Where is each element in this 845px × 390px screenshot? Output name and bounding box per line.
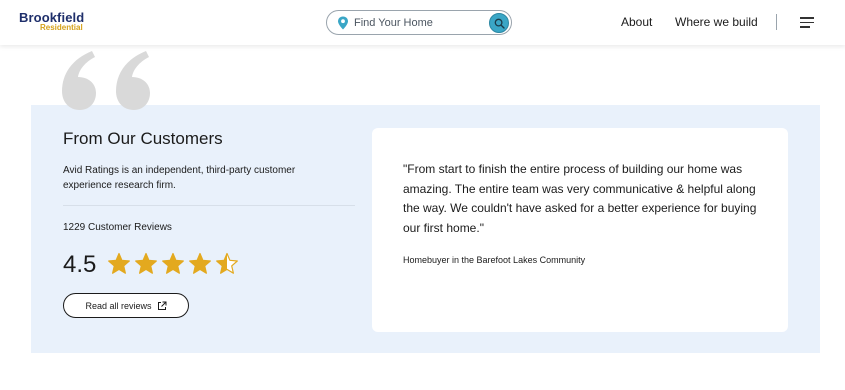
testimonial-quote: "From start to finish the entire process… bbox=[403, 162, 757, 235]
search-button[interactable] bbox=[489, 13, 509, 33]
star-rating bbox=[107, 252, 239, 276]
star-full-icon bbox=[162, 252, 184, 274]
logo-sub-text: Residential bbox=[40, 23, 83, 32]
external-link-icon bbox=[157, 301, 167, 310]
read-all-reviews-button[interactable]: Read all reviews bbox=[63, 293, 189, 318]
star-full-icon bbox=[135, 252, 157, 274]
location-pin-icon bbox=[338, 16, 348, 30]
review-count: 1229 Customer Reviews bbox=[63, 222, 172, 233]
nav-divider bbox=[776, 14, 777, 30]
site-header: Brookfield Residential About Where we bu… bbox=[0, 0, 845, 45]
search-input[interactable] bbox=[354, 13, 484, 33]
quotation-mark-icon bbox=[62, 51, 150, 110]
search-icon bbox=[494, 18, 505, 29]
testimonial-author: Homebuyer in the Barefoot Lakes Communit… bbox=[403, 255, 586, 265]
star-full-icon bbox=[108, 252, 130, 274]
star-full-icon bbox=[189, 252, 211, 274]
brookfield-logo[interactable]: Brookfield Residential bbox=[19, 11, 84, 32]
search-box bbox=[326, 10, 512, 35]
testimonials-section: From Our Customers Avid Ratings is an in… bbox=[31, 105, 820, 353]
section-title: From Our Customers bbox=[63, 129, 223, 148]
testimonial-card: "From start to finish the entire process… bbox=[372, 128, 788, 332]
rating-value: 4.5 bbox=[63, 251, 97, 278]
hamburger-menu-icon[interactable] bbox=[800, 17, 814, 28]
star-half-icon bbox=[216, 252, 238, 274]
divider bbox=[63, 205, 355, 206]
nav-where-we-build[interactable]: Where we build bbox=[675, 15, 758, 29]
read-all-reviews-label: Read all reviews bbox=[85, 300, 152, 311]
section-description: Avid Ratings is an independent, third-pa… bbox=[63, 165, 296, 191]
nav-about[interactable]: About bbox=[621, 15, 652, 29]
